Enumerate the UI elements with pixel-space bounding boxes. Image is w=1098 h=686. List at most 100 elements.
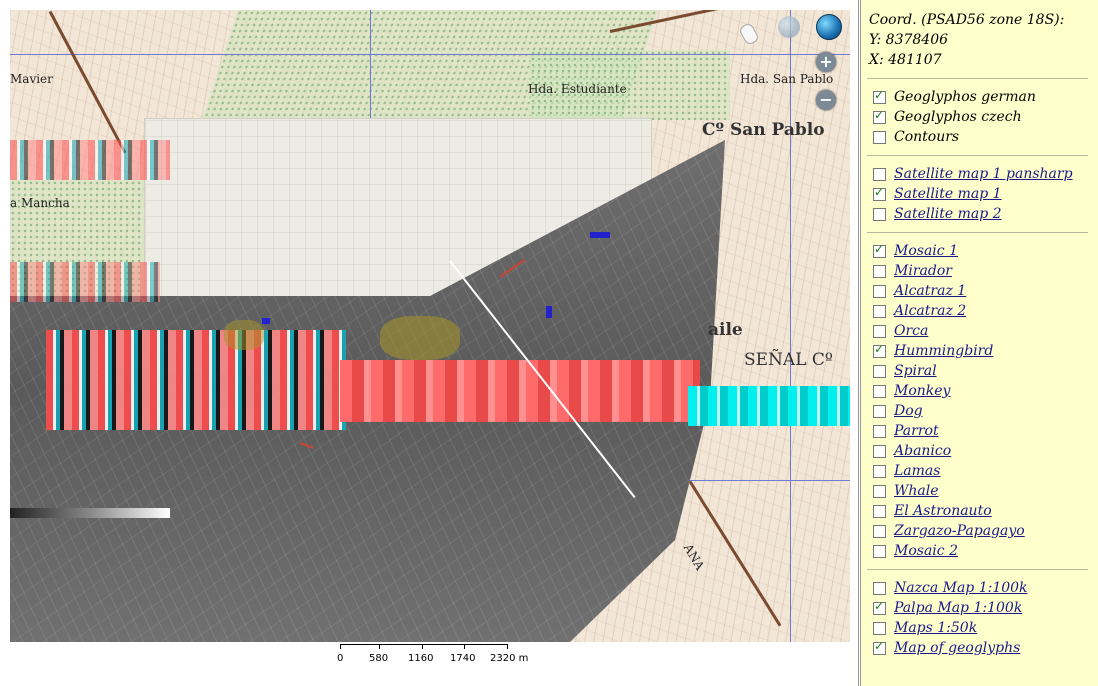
layer-row[interactable]: Alcatraz 1 [873,281,1098,301]
map-canvas[interactable]: Mavier a Mancha Hda. Estudiante Hda. San… [10,10,850,642]
layer-checkbox[interactable] [873,304,886,318]
layer-row[interactable]: Parrot [873,421,1098,441]
layer-link[interactable]: El Astronauto [894,503,992,519]
world-globe-icon[interactable] [816,14,842,40]
scale-bar-label: 0 [337,653,344,664]
layer-link[interactable]: Mirador [894,263,952,279]
layer-row[interactable]: Monkey [873,381,1098,401]
layer-checkbox[interactable] [873,264,886,278]
layer-link[interactable]: Monkey [894,383,950,399]
layer-row[interactable]: Hummingbird [873,341,1098,361]
layer-row[interactable]: Orca [873,321,1098,341]
layer-checkbox[interactable] [873,324,886,338]
layer-checkbox[interactable] [873,167,886,181]
layer-row[interactable]: Spiral [873,361,1098,381]
layer-row[interactable]: Abanico [873,441,1098,461]
layer-checkbox[interactable] [873,464,886,478]
layer-checkbox[interactable] [873,185,886,201]
layer-checkbox[interactable] [873,524,886,538]
layer-checkbox[interactable] [873,581,886,595]
layer-checkbox[interactable] [873,342,886,358]
layer-row[interactable]: Satellite map 1 pansharp [873,164,1098,184]
layer-label: Geoglyphos german [894,89,1036,105]
scale-bar-label: 2320 m [490,653,529,664]
layer-row[interactable]: Satellite map 2 [873,204,1098,224]
layer-checkbox[interactable] [873,384,886,398]
layer-link[interactable]: Hummingbird [894,343,993,359]
layer-checkbox[interactable] [873,404,886,418]
layer-checkbox[interactable] [873,130,886,144]
satellite-layers-group: Satellite map 1 pansharp Satellite map 1 S… [861,164,1098,224]
divider [867,155,1088,156]
layer-link[interactable]: Maps 1:50k [894,620,977,636]
map-label: Mavier [10,72,53,86]
layer-link[interactable]: Abanico [894,443,951,459]
layer-link[interactable]: Orca [894,323,928,339]
layer-row[interactable]: El Astronauto [873,501,1098,521]
layer-checkbox[interactable] [873,284,886,298]
layer-panel: Coord. (PSAD56 zone 18S): Y: 8378406 X: … [860,0,1098,686]
layer-link[interactable]: Whale [894,483,939,499]
layer-link[interactable]: Zargazo-Papagayo [894,523,1025,539]
layer-link[interactable]: Satellite map 2 [894,206,1002,222]
layer-row[interactable]: Dog [873,401,1098,421]
scale-bar-label: 1740 [450,653,476,664]
globe-icon-faded[interactable] [778,16,800,38]
layer-checkbox[interactable] [873,207,886,221]
scale-bar-label: 1160 [408,653,434,664]
scale-bar-tick [464,644,465,649]
layer-row[interactable]: Palpa Map 1:100k [873,598,1098,618]
coordinate-x: X: 481107 [869,52,942,68]
layer-checkbox[interactable] [873,88,886,104]
zoom-in-button[interactable]: + [816,52,836,72]
map-label: aile [708,320,743,340]
layer-row[interactable]: Maps 1:50k [873,618,1098,638]
layer-checkbox[interactable] [873,108,886,124]
map-grid-line [10,54,850,55]
layer-link[interactable]: Mosaic 1 [894,243,958,259]
layer-link[interactable]: Alcatraz 2 [894,303,966,319]
mosaic-layers-group: Mosaic 1 Mirador Alcatraz 1 Alcatraz 2 Orca H… [861,241,1098,561]
layer-checkbox[interactable] [873,621,886,635]
layer-row[interactable]: Nazca Map 1:100k [873,578,1098,598]
layer-row[interactable]: Geoglyphos czech [873,107,1098,127]
layer-row[interactable]: Alcatraz 2 [873,301,1098,321]
layer-row[interactable]: Geoglyphos german [873,87,1098,107]
layer-link[interactable]: Spiral [894,363,937,379]
zoom-out-button[interactable]: − [816,90,836,110]
layer-row[interactable]: Mirador [873,261,1098,281]
layer-row[interactable]: Mosaic 1 [873,241,1098,261]
layer-checkbox[interactable] [873,424,886,438]
layer-checkbox[interactable] [873,242,886,258]
layer-checkbox[interactable] [873,639,886,655]
layer-link[interactable]: Lamas [894,463,940,479]
map-label: SEÑAL Cº [744,350,833,370]
layer-link[interactable]: Satellite map 1 pansharp [894,166,1073,182]
layer-link[interactable]: Palpa Map 1:100k [894,600,1022,616]
layer-row[interactable]: Lamas [873,461,1098,481]
layer-checkbox[interactable] [873,544,886,558]
layer-row[interactable]: Contours [873,127,1098,147]
divider [867,232,1088,233]
layer-row[interactable]: Mosaic 2 [873,541,1098,561]
geoglyph-feature [224,320,264,350]
layer-link[interactable]: Mosaic 2 [894,543,958,559]
layer-link[interactable]: Map of geoglyphs [894,640,1020,656]
layer-link[interactable]: Nazca Map 1:100k [894,580,1028,596]
layer-row[interactable]: Whale [873,481,1098,501]
layer-row[interactable]: Satellite map 1 [873,184,1098,204]
layer-link[interactable]: Dog [894,403,923,419]
layer-checkbox[interactable] [873,484,886,498]
map-label: Hda. Estudiante [528,82,627,96]
map-viewport[interactable]: Mavier a Mancha Hda. Estudiante Hda. San… [0,0,859,686]
layer-checkbox[interactable] [873,444,886,458]
divider [867,569,1088,570]
layer-checkbox[interactable] [873,504,886,518]
layer-link[interactable]: Alcatraz 1 [894,283,966,299]
layer-row[interactable]: Map of geoglyphs [873,638,1098,658]
layer-link[interactable]: Parrot [894,423,939,439]
layer-link[interactable]: Satellite map 1 [894,186,1002,202]
layer-row[interactable]: Zargazo-Papagayo [873,521,1098,541]
layer-checkbox[interactable] [873,599,886,615]
layer-checkbox[interactable] [873,364,886,378]
